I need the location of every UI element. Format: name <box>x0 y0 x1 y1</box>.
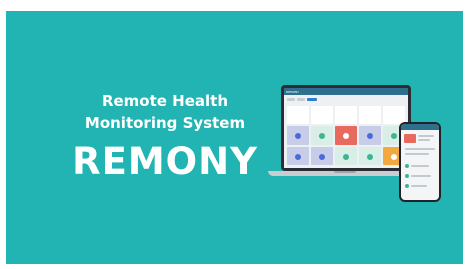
brand-name: REMONY <box>72 140 258 183</box>
app-header-bar: REMONY <box>284 88 408 95</box>
phone-text-line <box>411 175 431 177</box>
phone-illustration <box>399 122 441 202</box>
phone-text-line <box>405 148 435 150</box>
headline-line-2: Monitoring System <box>84 114 246 132</box>
person-icon <box>391 133 397 140</box>
person-icon <box>367 153 373 160</box>
monitor-tile <box>311 146 333 165</box>
monitor-tile <box>311 126 333 145</box>
toolbar-pill <box>297 98 305 101</box>
monitor-tile <box>335 146 357 165</box>
monitor-tile <box>287 106 309 125</box>
phone-header-bar <box>401 124 439 130</box>
status-icon <box>367 133 373 140</box>
monitor-tile <box>359 126 381 145</box>
app-header-label: REMONY <box>286 89 300 94</box>
headline-line-1: Remote Health <box>101 92 229 110</box>
toolbar-pill <box>287 98 295 101</box>
phone-text-line <box>418 135 434 137</box>
monitor-tile <box>287 146 309 165</box>
phone-text-line <box>411 185 427 187</box>
status-icon <box>319 153 325 160</box>
monitor-tile-alert <box>335 126 357 145</box>
laptop-illustration: REMONY <box>281 85 411 171</box>
laptop-notch <box>334 171 356 173</box>
monitor-tile-grid <box>287 106 405 165</box>
monitor-tile <box>359 106 381 125</box>
phone-alert-card <box>404 134 416 143</box>
phone-status-icon <box>405 164 409 168</box>
monitor-tile <box>311 106 333 125</box>
monitor-tile <box>359 146 381 165</box>
alert-icon <box>343 133 349 140</box>
phone-screen-content <box>401 124 439 200</box>
phone-text-line <box>411 165 429 167</box>
status-icon <box>295 153 301 160</box>
status-icon <box>295 133 301 140</box>
person-icon <box>319 133 325 140</box>
person-icon <box>343 153 349 160</box>
toolbar-pill-active <box>307 98 317 101</box>
phone-status-icon <box>405 174 409 178</box>
phone-text-line <box>405 153 429 155</box>
app-toolbar <box>284 95 408 104</box>
phone-status-icon <box>405 184 409 188</box>
monitor-tile <box>287 126 309 145</box>
phone-text-line <box>418 139 430 141</box>
warning-icon <box>391 153 397 160</box>
monitor-tile <box>335 106 357 125</box>
laptop-screen-content: REMONY <box>284 88 408 168</box>
